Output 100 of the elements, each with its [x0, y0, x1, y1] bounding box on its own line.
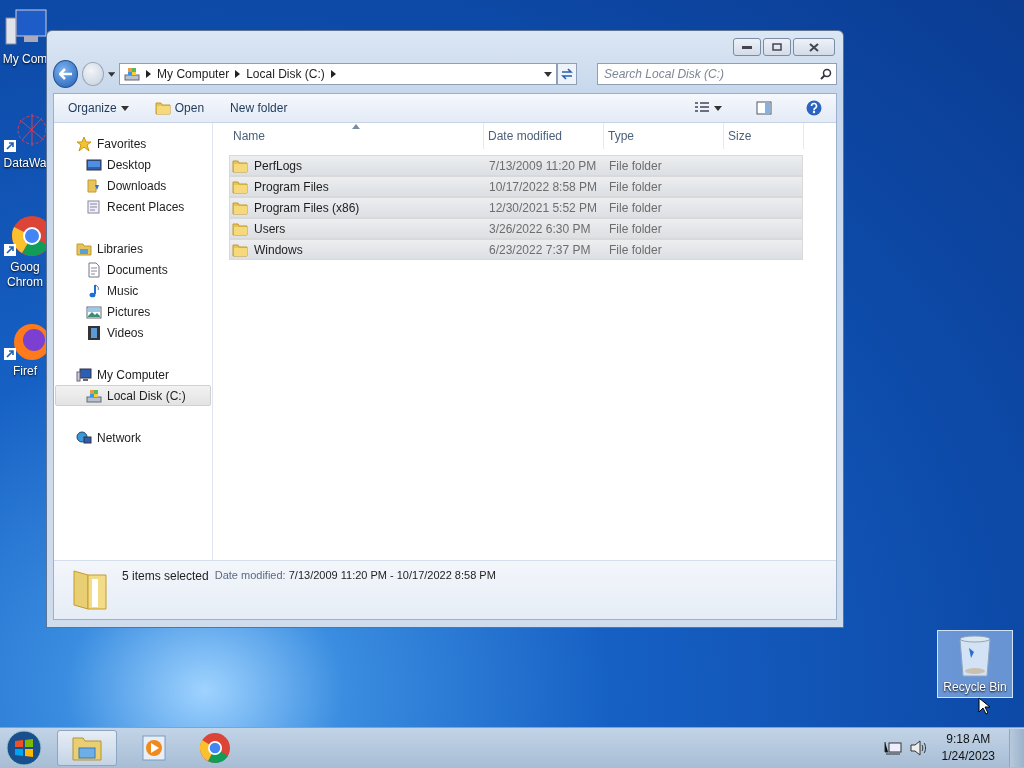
- file-type: File folder: [609, 200, 662, 215]
- minimize-icon: [742, 45, 752, 49]
- folder-icon: [232, 241, 248, 258]
- folder-icon: [71, 734, 103, 762]
- refresh-icon: [560, 68, 575, 80]
- close-icon: [809, 42, 819, 52]
- column-header[interactable]: Name: [229, 123, 484, 149]
- file-row[interactable]: Users 3/26/2022 6:30 PM File folder: [229, 218, 803, 239]
- search-field[interactable]: Search Local Disk (C:): [597, 63, 837, 85]
- downloads-folder-icon: [86, 177, 102, 194]
- date-modified: 12/30/2021 5:52 PM: [489, 200, 598, 215]
- restore-icon: [772, 43, 782, 51]
- search-icon: [820, 68, 832, 80]
- desktop-icon-label[interactable]: Chrom: [7, 275, 43, 290]
- file-row[interactable]: PerfLogs 7/13/2009 11:20 PM File folder: [229, 155, 803, 176]
- folder-icon: [232, 157, 248, 174]
- folder-icon: [232, 199, 248, 216]
- open-button[interactable]: Open: [150, 97, 209, 119]
- minimize-button[interactable]: [733, 38, 761, 56]
- monitor-icon: [86, 156, 102, 173]
- back-arrow-icon: [58, 68, 73, 80]
- chevron-icon: [235, 70, 241, 78]
- maximize-button[interactable]: [763, 38, 791, 56]
- file-row[interactable]: Windows 6/23/2022 7:37 PM File folder: [229, 239, 803, 260]
- picture-icon: [86, 303, 102, 320]
- nav-item[interactable]: Favorites: [55, 133, 211, 154]
- chevron-icon: [330, 70, 336, 78]
- date-modified: 10/17/2022 8:58 PM: [489, 179, 598, 194]
- back-button[interactable]: [53, 60, 79, 88]
- chrome-icon: [199, 732, 231, 764]
- details-view-icon: [694, 102, 710, 114]
- desktop-icon-label[interactable]: Firef: [13, 364, 37, 379]
- taskbar-button[interactable]: [57, 730, 117, 766]
- history-dropdown-icon: [107, 71, 116, 77]
- column-header[interactable]: Size: [724, 123, 804, 149]
- file-name: Program Files: [254, 179, 329, 194]
- network-icon[interactable]: [883, 740, 902, 756]
- nav-item[interactable]: Network: [55, 427, 211, 448]
- desktop-icon-label[interactable]: DataWa: [3, 156, 47, 171]
- date-modified: 3/26/2022 6:30 PM: [489, 221, 591, 236]
- nav-item[interactable]: Desktop: [55, 154, 211, 175]
- breadcrumb-item[interactable]: My Computer: [157, 67, 230, 81]
- sort-arrow-icon: [352, 124, 360, 129]
- file-name: Program Files (x86): [254, 200, 360, 215]
- desktop-icon-label[interactable]: My Com: [2, 52, 48, 67]
- file-name: Users: [254, 221, 286, 236]
- recent-places-icon: [86, 198, 102, 215]
- date-modified: 6/23/2022 7:37 PM: [489, 242, 591, 257]
- nav-item[interactable]: Pictures: [55, 301, 211, 322]
- disk-drive-icon: [86, 387, 102, 404]
- date-modified-range: Date modified: 7/13/2009 11:20 PM - 10/17/2022 8:58 PM: [214, 569, 496, 581]
- file-name: Windows: [254, 242, 303, 257]
- column-header[interactable]: Type: [604, 123, 724, 149]
- caret-icon: [714, 105, 722, 111]
- nav-item[interactable]: Libraries: [55, 238, 211, 259]
- file-row[interactable]: Program Files (x86) 12/30/2021 5:52 PM File folder: [229, 197, 803, 218]
- nav-item[interactable]: Downloads: [55, 175, 211, 196]
- clock-time: 9:18 AM: [946, 731, 991, 748]
- chevron-icon: [146, 70, 152, 78]
- address-bar[interactable]: My Computer Local Disk (C:): [119, 63, 558, 85]
- open-folder-icon: [154, 100, 171, 116]
- clock-date: 1/24/2023: [941, 748, 995, 765]
- computer-icon: [76, 366, 92, 383]
- selection-count: 5 items selected: [122, 569, 209, 583]
- folder-icon: [232, 178, 248, 195]
- organize-menu-button[interactable]: Organize: [64, 98, 133, 118]
- volume-icon[interactable]: [909, 740, 928, 756]
- clock[interactable]: 9:18 AM 1/24/2023: [935, 731, 1001, 765]
- dropdown-icon: [544, 71, 553, 77]
- star-icon: [76, 135, 92, 152]
- file-row[interactable]: Program Files 10/17/2022 8:58 PM File folder: [229, 176, 803, 197]
- breadcrumb-item[interactable]: Local Disk (C:): [246, 67, 325, 81]
- preview-pane-icon: [756, 101, 772, 115]
- nav-item[interactable]: Music: [55, 280, 211, 301]
- close-button[interactable]: [793, 38, 835, 56]
- date-modified: 7/13/2009 11:20 PM: [489, 158, 597, 173]
- refresh-button[interactable]: [557, 63, 577, 85]
- film-strip-icon: [86, 324, 102, 341]
- file-type: File folder: [609, 158, 662, 173]
- toolbar-button[interactable]: New folder: [226, 98, 292, 118]
- network-globe-icon: [76, 429, 92, 446]
- start-button[interactable]: [5, 729, 43, 767]
- nav-item[interactable]: Documents: [55, 259, 211, 280]
- desktop-icon-label[interactable]: Goog: [10, 260, 40, 275]
- nav-item[interactable]: Recent Places: [55, 196, 211, 217]
- help-icon: [806, 100, 822, 116]
- caret-icon: [120, 105, 129, 111]
- folder-stack-icon: [72, 567, 108, 611]
- trash-bin-icon: [957, 634, 993, 678]
- mouse-cursor-icon: [978, 697, 990, 715]
- nav-item[interactable]: Videos: [55, 322, 211, 343]
- column-header[interactable]: Date modified: [484, 123, 604, 149]
- file-name: PerfLogs: [254, 158, 303, 173]
- document-icon: [86, 261, 102, 278]
- nav-item[interactable]: My Computer: [55, 364, 211, 385]
- file-type: File folder: [609, 242, 662, 257]
- nav-item[interactable]: Local Disk (C:): [55, 385, 211, 406]
- disk-drive-icon: [124, 66, 141, 82]
- library-folder-icon: [76, 240, 92, 257]
- file-type: File folder: [609, 221, 662, 236]
